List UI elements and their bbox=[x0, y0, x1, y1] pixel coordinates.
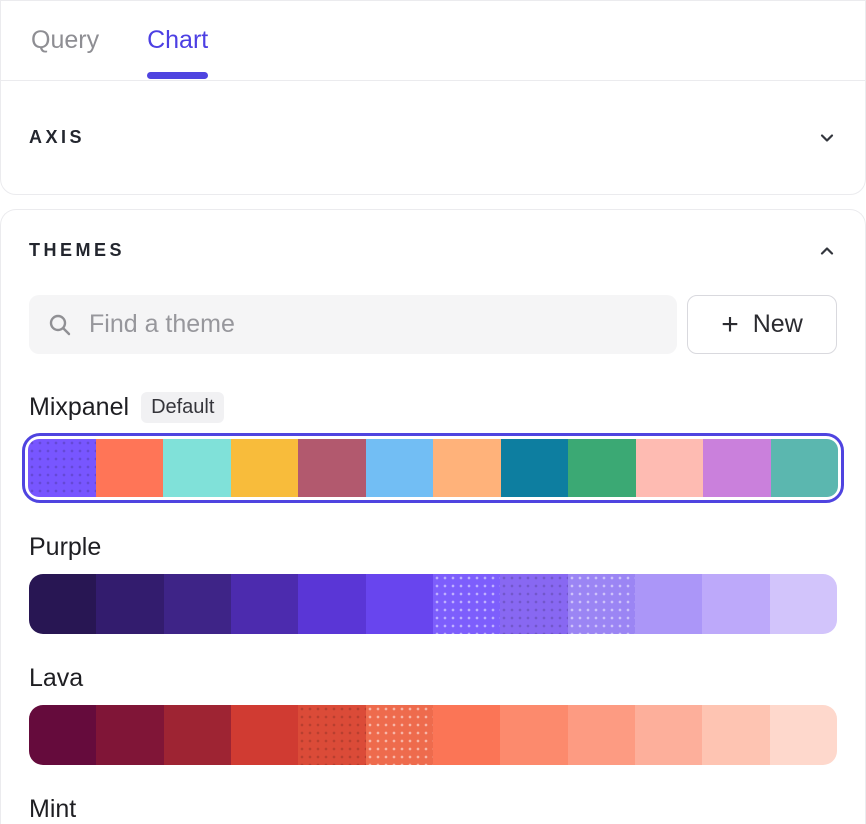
plus-icon: + bbox=[721, 310, 739, 340]
color-swatch bbox=[231, 439, 299, 497]
axis-section-title: AXIS bbox=[29, 127, 85, 148]
theme-label-purple: Purple bbox=[29, 533, 837, 562]
color-swatch bbox=[366, 439, 434, 497]
color-swatch bbox=[500, 705, 567, 765]
chevron-up-icon bbox=[817, 241, 837, 261]
color-swatch bbox=[703, 439, 771, 497]
color-swatch bbox=[366, 705, 433, 765]
color-swatch bbox=[298, 574, 365, 634]
tab-query[interactable]: Query bbox=[31, 1, 99, 80]
themes-section-title: THEMES bbox=[29, 240, 125, 261]
color-swatch bbox=[500, 574, 567, 634]
chart-settings-panel: Query Chart AXIS THEMES bbox=[0, 0, 866, 824]
color-swatch bbox=[29, 574, 96, 634]
theme-label-mint: Mint bbox=[29, 795, 837, 824]
color-swatch bbox=[96, 574, 163, 634]
color-swatch bbox=[298, 439, 366, 497]
color-swatch bbox=[635, 705, 702, 765]
new-theme-button-label: New bbox=[753, 310, 803, 339]
color-swatch bbox=[231, 705, 298, 765]
theme-name: Lava bbox=[29, 664, 83, 693]
color-swatch bbox=[366, 574, 433, 634]
themes-section: THEMES + New MixpanelDefaultPurpleLavaMi… bbox=[0, 209, 866, 824]
color-swatch bbox=[635, 574, 702, 634]
color-swatch bbox=[231, 574, 298, 634]
theme-row-mixpanel: Mixpanel Default bbox=[29, 392, 837, 503]
themes-section-header[interactable]: THEMES bbox=[29, 240, 837, 261]
chevron-down-icon bbox=[817, 128, 837, 148]
new-theme-button[interactable]: + New bbox=[687, 295, 837, 354]
color-swatch bbox=[568, 439, 636, 497]
theme-name: Purple bbox=[29, 533, 101, 562]
theme-row-lava: Lava bbox=[29, 664, 837, 765]
theme-palette-mixpanel[interactable] bbox=[22, 433, 844, 503]
color-swatch bbox=[501, 439, 569, 497]
color-swatch bbox=[636, 439, 704, 497]
color-swatch bbox=[702, 705, 769, 765]
query-chart-card: Query Chart AXIS bbox=[0, 0, 866, 195]
palette-strip bbox=[28, 439, 838, 497]
theme-search-box[interactable] bbox=[29, 295, 677, 354]
color-swatch bbox=[298, 705, 365, 765]
theme-palette-purple[interactable] bbox=[29, 574, 837, 634]
color-swatch bbox=[433, 705, 500, 765]
tab-chart-label: Chart bbox=[147, 26, 208, 55]
theme-name: Mint bbox=[29, 795, 76, 824]
color-swatch bbox=[702, 574, 769, 634]
color-swatch bbox=[770, 574, 837, 634]
theme-search-input[interactable] bbox=[89, 310, 659, 339]
tabbar: Query Chart bbox=[1, 1, 865, 81]
color-swatch bbox=[28, 439, 96, 497]
theme-label-mixpanel: Mixpanel Default bbox=[29, 392, 837, 423]
color-swatch bbox=[96, 439, 164, 497]
palette-strip bbox=[29, 574, 837, 634]
palette-strip bbox=[29, 705, 837, 765]
theme-name: Mixpanel bbox=[29, 393, 129, 422]
color-swatch bbox=[433, 574, 500, 634]
themes-toolbar: + New bbox=[29, 295, 837, 354]
search-icon bbox=[47, 312, 73, 338]
tab-query-label: Query bbox=[31, 26, 99, 55]
color-swatch bbox=[164, 705, 231, 765]
color-swatch bbox=[29, 705, 96, 765]
color-swatch bbox=[568, 574, 635, 634]
color-swatch bbox=[163, 439, 231, 497]
theme-row-purple: Purple bbox=[29, 533, 837, 634]
theme-palette-lava[interactable] bbox=[29, 705, 837, 765]
themes-list: Mixpanel Default Purple Lava Mint bbox=[29, 392, 837, 824]
color-swatch bbox=[96, 705, 163, 765]
active-tab-underline bbox=[147, 72, 208, 79]
color-swatch bbox=[568, 705, 635, 765]
default-badge: Default bbox=[141, 392, 224, 423]
color-swatch bbox=[164, 574, 231, 634]
color-swatch bbox=[433, 439, 501, 497]
tab-chart[interactable]: Chart bbox=[147, 1, 208, 80]
color-swatch bbox=[771, 439, 839, 497]
theme-label-lava: Lava bbox=[29, 664, 837, 693]
theme-row-mint: Mint bbox=[29, 795, 837, 824]
axis-section-header[interactable]: AXIS bbox=[1, 81, 865, 194]
color-swatch bbox=[770, 705, 837, 765]
